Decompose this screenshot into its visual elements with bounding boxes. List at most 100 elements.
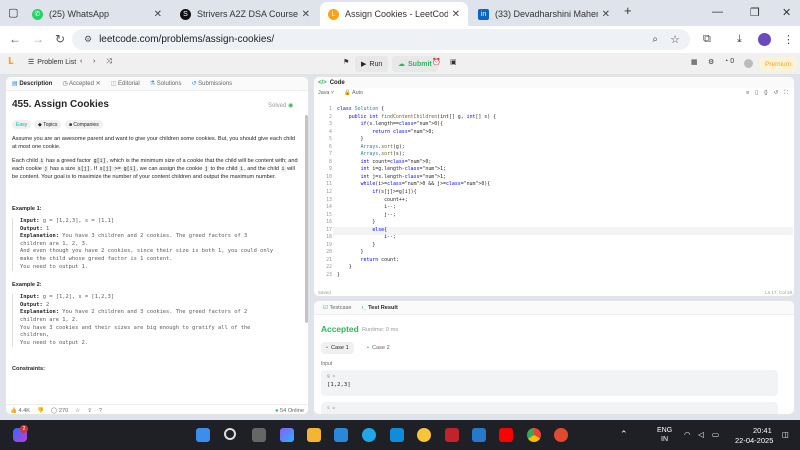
- code-line[interactable]: if(s[j]>=g[i]){: [337, 189, 496, 197]
- close-icon[interactable]: ✕: [154, 9, 162, 20]
- problem-list-link[interactable]: ☰ Problem List: [28, 58, 76, 67]
- reset-icon[interactable]: ↺: [774, 90, 779, 97]
- fullscreen-icon[interactable]: ⛶: [784, 90, 788, 97]
- notifications-icon[interactable]: ◫: [782, 430, 789, 439]
- close-icon[interactable]: ✕: [302, 9, 310, 20]
- prev-problem-icon[interactable]: ‹: [80, 58, 82, 65]
- debug-icon[interactable]: ⚑: [343, 58, 349, 66]
- companies-tag[interactable]: ■ Companies: [65, 120, 103, 129]
- favorite-star-icon[interactable]: ☆: [75, 408, 80, 414]
- difficulty-tag[interactable]: Easy: [12, 120, 32, 129]
- dislike-button[interactable]: 👎: [37, 408, 44, 414]
- file-explorer-icon[interactable]: [307, 428, 321, 442]
- code-line[interactable]: else{: [337, 227, 496, 235]
- close-icon[interactable]: ✕: [602, 9, 610, 20]
- tab-description[interactable]: ▤ Description: [12, 80, 52, 87]
- start-icon[interactable]: [196, 428, 210, 442]
- leetcode-logo-icon[interactable]: ᒪ: [8, 56, 14, 67]
- code-line[interactable]: }: [337, 242, 496, 250]
- user-avatar[interactable]: [744, 59, 753, 68]
- chrome-icon[interactable]: [527, 428, 541, 442]
- outlook-icon[interactable]: [390, 428, 404, 442]
- submit-button[interactable]: ☁ Submit: [392, 56, 438, 72]
- browser-tab-linkedin[interactable]: in (33) Devadharshini Mahendran ✕: [470, 2, 618, 26]
- tab-solutions[interactable]: ⚗ Solutions: [150, 80, 182, 87]
- volume-icon[interactable]: ◁: [698, 430, 704, 439]
- battery-icon[interactable]: ▭: [712, 430, 719, 439]
- code-line[interactable]: int count=class="num">0;: [337, 159, 496, 167]
- code-line[interactable]: if(s.length==class="num">0){: [337, 121, 496, 129]
- streak-counter[interactable]: ◔ 0: [724, 58, 734, 65]
- youtube-icon[interactable]: [499, 428, 513, 442]
- minimize-icon[interactable]: —: [712, 6, 723, 18]
- code-line[interactable]: i--;: [337, 204, 496, 212]
- address-bar[interactable]: ⚙ leetcode.com/problems/assign-cookies/ …: [72, 29, 690, 50]
- reload-icon[interactable]: ↻: [55, 32, 65, 46]
- help-icon[interactable]: ?: [99, 408, 102, 414]
- zoom-icon[interactable]: ⌕: [652, 34, 658, 45]
- wifi-icon[interactable]: ◠: [684, 430, 691, 439]
- scrollbar-thumb[interactable]: [305, 115, 308, 323]
- store-icon[interactable]: [334, 428, 348, 442]
- like-button[interactable]: 👍 4.4K: [10, 408, 30, 414]
- code-line[interactable]: while(i>=class="num">0 && j>=class="num"…: [337, 181, 496, 189]
- code-line[interactable]: return count;: [337, 257, 496, 265]
- settings-icon[interactable]: ⚙: [708, 58, 714, 66]
- maximize-icon[interactable]: ❐: [750, 6, 760, 19]
- clock-time[interactable]: 20:41: [753, 426, 772, 435]
- forward-icon[interactable]: →: [32, 32, 44, 46]
- code-line[interactable]: }: [337, 219, 496, 227]
- language-indicator[interactable]: ENG: [657, 427, 672, 434]
- vscode-icon[interactable]: [472, 428, 486, 442]
- code-line[interactable]: }: [337, 264, 496, 272]
- search-icon[interactable]: [224, 428, 236, 440]
- menu-kebab-icon[interactable]: ⋮: [783, 33, 794, 46]
- bookmark-icon[interactable]: ▯: [755, 90, 758, 97]
- mcafee-icon[interactable]: [445, 428, 459, 442]
- code-line[interactable]: Arrays.sort(s);: [337, 151, 496, 159]
- code-line[interactable]: i--;: [337, 234, 496, 242]
- tab-test-result[interactable]: ›_ Test Result: [362, 305, 398, 311]
- code-line[interactable]: }: [337, 136, 496, 144]
- copilot-app-icon[interactable]: [280, 428, 294, 442]
- edge-icon[interactable]: [362, 428, 376, 442]
- tab-testcase[interactable]: ☑ Testcase: [323, 305, 352, 311]
- close-icon[interactable]: ✕: [452, 9, 460, 20]
- new-tab-button[interactable]: +: [624, 3, 632, 18]
- timer-icon[interactable]: ⏰: [432, 58, 441, 66]
- tray-chevron-icon[interactable]: ⌃: [620, 429, 628, 440]
- layout-icon[interactable]: ▦: [691, 58, 698, 66]
- code-line[interactable]: public int findContentChildren(int[] g, …: [337, 114, 496, 122]
- code-line[interactable]: return class="num">0;: [337, 129, 496, 137]
- code-content[interactable]: class Solution { public int findContentC…: [337, 106, 496, 280]
- description-scrollbar[interactable]: [304, 91, 308, 404]
- bookmark-star-icon[interactable]: ☆: [670, 33, 680, 46]
- wps-icon[interactable]: [554, 428, 568, 442]
- code-line[interactable]: int i=g.length-class="num">1;: [337, 166, 496, 174]
- shuffle-icon[interactable]: ⤨: [106, 58, 112, 66]
- back-icon[interactable]: ←: [9, 32, 21, 46]
- app-icon[interactable]: [417, 428, 431, 442]
- code-line[interactable]: int j=s.length-class="num">1;: [337, 174, 496, 182]
- code-line[interactable]: Arrays.sort(g);: [337, 144, 496, 152]
- brackets-icon[interactable]: {}: [764, 90, 768, 97]
- format-icon[interactable]: ≡: [746, 90, 749, 97]
- tab-search-icon[interactable]: ▢: [8, 6, 18, 19]
- browser-tab-leetcode[interactable]: L Assign Cookies - LeetCode ✕: [320, 2, 468, 26]
- case-2-tab[interactable]: • Case 2: [362, 342, 395, 354]
- test-scrollbar[interactable]: [790, 315, 794, 414]
- browser-tab-whatsapp[interactable]: ✆ (25) WhatsApp ✕: [24, 2, 170, 26]
- topics-tag[interactable]: ◆ Topics: [34, 120, 62, 129]
- case-1-tab[interactable]: • Case 1: [321, 342, 354, 354]
- comments-button[interactable]: ◯ 270: [51, 408, 68, 414]
- share-icon[interactable]: ⇪: [87, 408, 92, 414]
- code-line[interactable]: class Solution {: [337, 106, 496, 114]
- code-line[interactable]: j--;: [337, 212, 496, 220]
- notes-icon[interactable]: ▣: [450, 58, 457, 66]
- download-icon[interactable]: ⤓: [737, 33, 742, 46]
- tab-editorial[interactable]: ◫ Editorial: [111, 80, 140, 87]
- close-window-icon[interactable]: ✕: [782, 6, 791, 19]
- tab-accepted[interactable]: ◷ Accepted ✕: [62, 80, 100, 87]
- premium-button[interactable]: Premium: [760, 57, 797, 71]
- profile-avatar[interactable]: [758, 33, 771, 46]
